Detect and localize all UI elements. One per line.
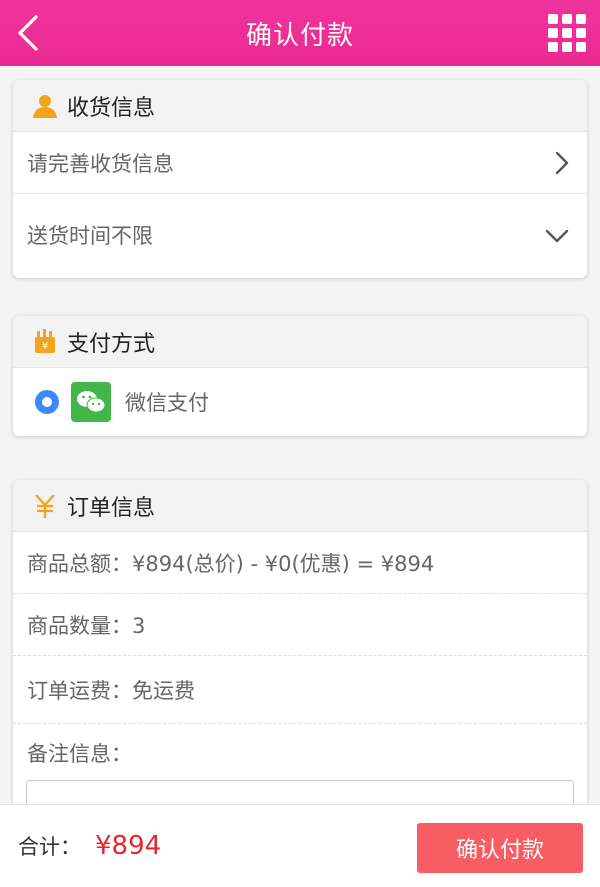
- order-amount: 商品总额：¥894(总价) - ¥0(优惠) = ¥894: [27, 551, 435, 576]
- order-title: 订单信息: [67, 495, 156, 521]
- delivery-time-select[interactable]: 送货时间不限: [13, 194, 587, 278]
- shipping-card: 收货信息 请完善收货信息 送货时间不限: [13, 80, 587, 278]
- payment-card: ¥ 支付方式 微信支付: [13, 316, 587, 436]
- page-title: 确认付款: [245, 20, 354, 51]
- yen-icon: [31, 492, 59, 520]
- wechat-pay-option[interactable]: 微信支付: [13, 368, 587, 436]
- payment-title: 支付方式: [67, 331, 156, 357]
- order-shipping-fee: 订单运费：免运费: [27, 678, 195, 703]
- payment-radio[interactable]: [35, 390, 59, 414]
- user-icon: [31, 92, 59, 120]
- payment-header: ¥ 支付方式: [13, 316, 587, 368]
- address-row[interactable]: 请完善收货信息: [13, 132, 587, 194]
- wechat-icon: [71, 382, 111, 422]
- confirm-payment-button[interactable]: 确认付款: [417, 823, 583, 873]
- grid-menu-icon[interactable]: [548, 14, 586, 52]
- order-shipping-row: 订单运费：免运费: [13, 656, 587, 724]
- address-prompt: 请完善收货信息: [27, 151, 174, 176]
- chevron-down-icon: [545, 229, 569, 243]
- chevron-left-icon[interactable]: [14, 14, 44, 52]
- remark-label: 备注信息：: [27, 742, 132, 766]
- remark-row: 备注信息：: [13, 724, 587, 782]
- order-quantity: 商品数量：3: [27, 613, 146, 638]
- svg-text:¥: ¥: [42, 341, 48, 352]
- chevron-right-icon: [555, 151, 569, 174]
- wallet-icon: ¥: [31, 328, 59, 356]
- wechat-pay-label: 微信支付: [125, 391, 209, 415]
- delivery-time-value: 送货时间不限: [27, 224, 153, 248]
- order-amount-row: 商品总额：¥894(总价) - ¥0(优惠) = ¥894: [13, 532, 587, 594]
- checkout-footer: 合计： ¥894 确认付款: [0, 804, 600, 887]
- total-value: ¥894: [95, 831, 162, 861]
- order-header: 订单信息: [13, 480, 587, 532]
- order-quantity-row: 商品数量：3: [13, 594, 587, 656]
- shipping-header: 收货信息: [13, 80, 587, 132]
- shipping-title: 收货信息: [67, 95, 156, 121]
- total-label: 合计：: [18, 835, 81, 859]
- top-bar: 确认付款: [0, 0, 600, 66]
